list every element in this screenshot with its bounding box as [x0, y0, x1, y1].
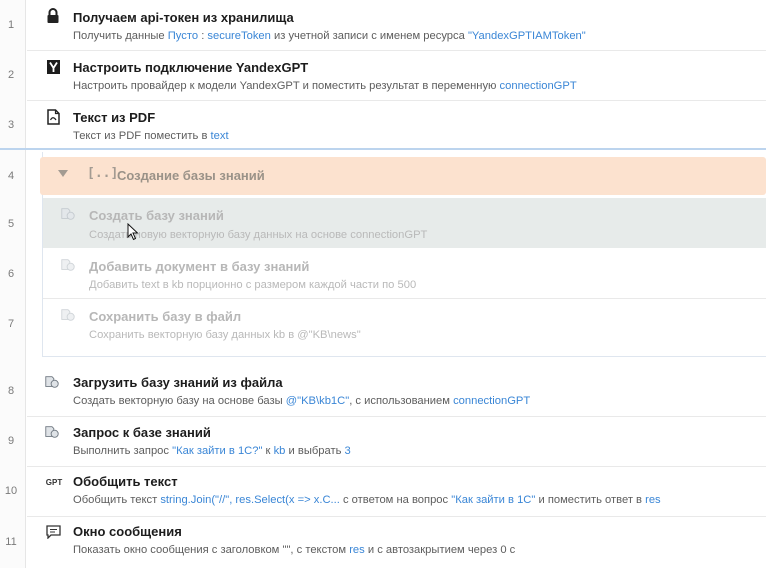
line-number: 2 [7, 69, 15, 81]
knowledge-base-icon [44, 374, 60, 390]
description-text: Выполнить запрос [73, 445, 173, 457]
lock-icon [45, 8, 61, 24]
variable-reference: secureToken [207, 30, 271, 42]
step-title: Создать базу знаний [89, 208, 224, 223]
step-description: Получить данные Пусто : secureToken из у… [73, 30, 586, 42]
step-title: Сохранить базу в файл [89, 309, 242, 324]
selection-indicator-line [0, 148, 766, 150]
description-text: , с использованием [349, 395, 454, 407]
step-row-9[interactable]: 9 Запрос к базе знаний Выполнить запрос … [0, 416, 766, 466]
line-number: 3 [7, 119, 15, 131]
step-description: Текст из PDF поместить в text [73, 130, 229, 142]
step-row-5[interactable]: 5 Создать базу знаний Создать новую вект… [0, 198, 766, 248]
variable-reference: "Как зайти в 1С" [451, 494, 536, 506]
line-number: 8 [7, 385, 15, 397]
variable-reference: Пусто [167, 30, 199, 42]
step-title: Окно сообщения [73, 524, 182, 539]
line-number: 1 [7, 19, 15, 31]
description-text: и поместить ответ в [535, 494, 646, 506]
variable-reference: "YandexGPTIAMToken" [467, 30, 586, 42]
step-row-3[interactable]: 3 Текст из PDF Текст из PDF поместить в … [0, 100, 766, 148]
line-number: 9 [7, 435, 15, 447]
step-title: Загрузить базу знаний из файла [73, 375, 283, 390]
variable-reference: res [349, 544, 365, 556]
line-number: 4 [7, 170, 15, 182]
knowledge-base-icon [60, 257, 76, 273]
description-text: Текст из PDF поместить в [73, 130, 211, 142]
line-number: 5 [7, 218, 15, 230]
step-description: Обобщить текст string.Join("//", res.Sel… [73, 494, 661, 506]
variable-reference: "Как зайти в 1С?" [172, 445, 263, 457]
chevron-down-icon[interactable] [58, 170, 68, 177]
variable-reference: connectionGPT [499, 80, 577, 92]
line-number: 6 [7, 268, 15, 280]
step-description: Настроить провайдер к модели YandexGPT и… [73, 80, 577, 92]
step-row-2[interactable]: 2 Настроить подключение YandexGPT Настро… [0, 50, 766, 100]
step-title: Обобщить текст [73, 474, 178, 489]
line-number: 7 [7, 318, 15, 330]
knowledge-base-icon [44, 424, 60, 440]
description-text: и выбрать [285, 445, 345, 457]
description-text: Создать векторную базу на основе базы [73, 395, 286, 407]
step-description: Создать векторную базу на основе базы @"… [73, 395, 530, 407]
variable-reference: res [645, 494, 661, 506]
step-title: Получаем api-токен из хранилища [73, 10, 294, 25]
variable-reference: connectionGPT [453, 395, 531, 407]
description-text: Получить данные [73, 30, 168, 42]
step-title: Запрос к базе знаний [73, 425, 211, 440]
yandex-logo-icon [45, 59, 61, 75]
step-row-11[interactable]: 11 Окно сообщения Показать окно сообщени… [0, 516, 766, 568]
description-text: Создать новую векторную базу данных на о… [89, 229, 428, 241]
step-description: Сохранить векторную базу данных kb в @"K… [89, 329, 361, 341]
variable-reference: 3 [344, 445, 351, 457]
step-description: Выполнить запрос "Как зайти в 1С?" к kb … [73, 445, 351, 457]
description-text: из учетной записи с именем ресурса [270, 30, 468, 42]
pdf-document-icon [45, 109, 61, 125]
description-text: Обобщить текст [73, 494, 161, 506]
message-box-icon [45, 524, 61, 540]
description-text: Сохранить векторную базу данных kb в @"K… [89, 329, 361, 341]
step-description: Показать окно сообщения с заголовком "",… [73, 544, 515, 556]
variable-reference: @"KB\kb1C" [285, 395, 350, 407]
step-row-10[interactable]: 10 GPT Обобщить текст Обобщить текст str… [0, 466, 766, 516]
gpt-icon: GPT [45, 477, 63, 487]
description-text: Показать окно сообщения с заголовком "",… [73, 544, 350, 556]
knowledge-base-icon [60, 307, 76, 323]
step-title: Настроить подключение YandexGPT [73, 60, 309, 75]
step-title: Текст из PDF [73, 110, 156, 125]
mouse-cursor-icon [127, 222, 139, 246]
step-row-6[interactable]: 6 Добавить документ в базу знаний Добави… [0, 248, 766, 298]
group-brackets-icon: [..] [87, 166, 119, 181]
description-text: Добавить text в kb порционно с размером … [89, 279, 417, 291]
step-row-1[interactable]: 1 Получаем api-токен из хранилища Получи… [0, 0, 766, 50]
knowledge-base-icon [60, 206, 76, 222]
description-text: с ответом на вопрос [339, 494, 452, 506]
description-text: и с автозакрытием через 0 с [364, 544, 516, 556]
step-row-8[interactable]: 8 Загрузить базу знаний из файла Создать… [0, 366, 766, 416]
variable-reference: string.Join("//", res.Select(x => x.C... [160, 494, 340, 506]
group-title: Создание базы знаний [117, 168, 265, 183]
line-number: 11 [5, 536, 17, 548]
variable-reference: text [210, 130, 229, 142]
step-description: Добавить text в kb порционно с размером … [89, 279, 416, 291]
description-text: Настроить провайдер к модели YandexGPT и… [73, 80, 500, 92]
step-description: Создать новую векторную базу данных на о… [89, 229, 427, 241]
step-title: Добавить документ в базу знаний [89, 259, 310, 274]
step-row-7[interactable]: 7 Сохранить базу в файл Сохранить вектор… [0, 298, 766, 356]
line-number: 10 [4, 485, 18, 497]
variable-reference: kb [273, 445, 286, 457]
description-text: к [262, 445, 274, 457]
